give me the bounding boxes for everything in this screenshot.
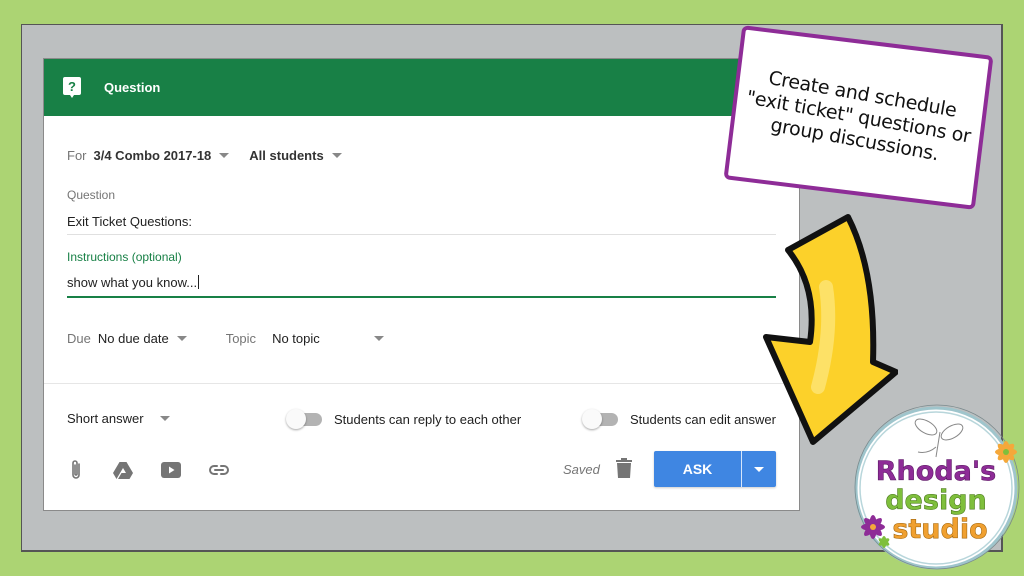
due-date-value: No due date	[97, 331, 169, 346]
instructions-value: show what you know...	[67, 275, 198, 290]
chevron-down-icon	[176, 336, 187, 341]
due-topic-row: Due No due date Topic No topic	[67, 331, 385, 346]
question-underline	[67, 234, 776, 235]
rhodas-design-studio-logo: Rhoda's design studio	[854, 404, 1020, 570]
toggle-students-edit[interactable]: Students can edit answer	[582, 409, 776, 429]
callout-text: Create and schedule "exit ticket" questi…	[744, 66, 973, 166]
question-input[interactable]: Exit Ticket Questions:	[67, 214, 192, 229]
chevron-down-icon	[159, 416, 170, 421]
section-divider	[44, 383, 799, 384]
card-header: ? Question	[44, 59, 799, 116]
purple-flower-icon	[861, 515, 885, 539]
switch-knob	[286, 409, 306, 429]
topic-label: Topic	[225, 331, 257, 346]
edit-switch[interactable]	[582, 409, 620, 429]
answer-type-select[interactable]: Short answer	[67, 411, 170, 426]
assign-row: For 3/4 Combo 2017-18 All students	[67, 148, 342, 163]
logo-line-3: studio	[892, 514, 987, 545]
svg-text:?: ?	[68, 79, 76, 94]
actions-row: Saved ASK	[67, 451, 777, 487]
ask-button-group: ASK	[654, 451, 776, 487]
callout-note: Create and schedule "exit ticket" questi…	[723, 25, 994, 210]
class-select[interactable]: 3/4 Combo 2017-18	[94, 148, 230, 163]
text-cursor	[198, 275, 200, 289]
due-date-select[interactable]: No due date	[98, 331, 187, 346]
link-icon[interactable]	[208, 459, 230, 481]
for-label: For	[67, 148, 87, 163]
class-select-value: 3/4 Combo 2017-18	[93, 148, 212, 163]
youtube-icon[interactable]	[160, 459, 182, 481]
instructions-underline	[67, 296, 776, 298]
chevron-down-icon	[331, 153, 342, 158]
toggle-students-reply[interactable]: Students can reply to each other	[286, 409, 521, 429]
question-speech-bubble-icon: ?	[63, 76, 81, 98]
instructions-input[interactable]: show what you know...	[67, 275, 200, 290]
trash-icon[interactable]	[616, 458, 632, 483]
saved-status: Saved	[563, 462, 600, 477]
topic-select[interactable]: No topic	[272, 331, 385, 346]
orange-flower-icon	[995, 441, 1017, 463]
options-row: Short answer Students can reply to each …	[67, 409, 779, 429]
due-label: Due	[67, 331, 91, 346]
instructions-label: Instructions (optional)	[67, 250, 182, 264]
card-title: Question	[104, 80, 161, 95]
ask-options-dropdown[interactable]	[742, 451, 776, 487]
question-label: Question	[67, 188, 116, 202]
logo-line-2: design	[885, 485, 987, 516]
chevron-down-icon	[374, 336, 385, 341]
question-card: ? Question For 3/4 Combo 2017-18 All stu…	[43, 58, 800, 511]
toggle-reply-label: Students can reply to each other	[334, 411, 522, 427]
chevron-down-icon	[754, 466, 764, 472]
google-drive-icon[interactable]	[112, 459, 134, 481]
answer-type-value: Short answer	[67, 411, 144, 426]
ask-button[interactable]: ASK	[654, 451, 742, 487]
chevron-down-icon	[219, 153, 230, 158]
switch-knob	[582, 409, 602, 429]
paperclip-icon[interactable]	[65, 459, 87, 481]
topic-value: No topic	[272, 331, 320, 346]
reply-switch[interactable]	[286, 409, 324, 429]
students-select-value: All students	[249, 148, 324, 163]
students-select[interactable]: All students	[249, 148, 342, 163]
logo-line-1: Rhoda's	[876, 456, 996, 487]
